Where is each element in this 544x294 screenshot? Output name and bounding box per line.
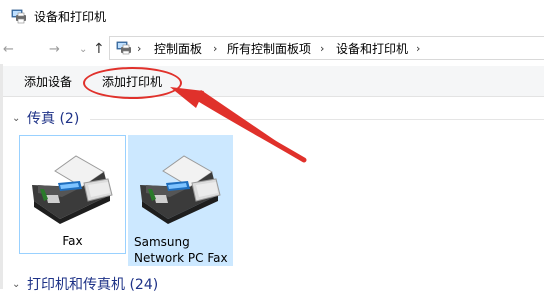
group-divider (90, 119, 544, 120)
chevron-right-icon[interactable]: › (320, 41, 324, 57)
chevron-right-icon[interactable]: › (416, 41, 420, 57)
device-label: Fax (62, 234, 83, 248)
devices-printers-icon (11, 9, 26, 24)
devices-printers-icon (116, 41, 131, 55)
breadcrumb-all-items[interactable]: 所有控制面板项 (227, 41, 311, 57)
chevron-down-icon[interactable]: ⌄ (12, 279, 20, 291)
group-header-printers[interactable]: 打印机和传真机 (24) (27, 276, 158, 294)
navigation-pane-edge (0, 64, 3, 289)
forward-arrow-icon[interactable]: → (49, 42, 60, 58)
device-label: Samsung Network PC Fax (134, 234, 234, 266)
fax-machine-icon (140, 155, 221, 224)
breadcrumb-devices-printers[interactable]: 设备和打印机 (336, 41, 408, 57)
window-title: 设备和打印机 (34, 10, 107, 24)
device-label-line: Samsung (134, 235, 190, 249)
annotation-ellipse (83, 67, 182, 99)
fax-machine-icon (32, 155, 113, 224)
add-device-button[interactable]: 添加设备 (24, 74, 72, 90)
back-arrow-icon[interactable]: ← (3, 42, 14, 58)
breadcrumb-control-panel[interactable]: 控制面板 (154, 41, 202, 57)
group-header-fax[interactable]: 传真 (2) (27, 110, 79, 128)
up-arrow-icon[interactable]: ↑ (93, 41, 105, 57)
chevron-down-icon[interactable]: ⌄ (79, 42, 87, 58)
device-label-line: Network PC Fax (134, 251, 228, 265)
chevron-right-icon[interactable]: › (137, 41, 141, 57)
chevron-right-icon[interactable]: › (213, 41, 217, 57)
chevron-down-icon[interactable]: ⌄ (12, 112, 20, 126)
